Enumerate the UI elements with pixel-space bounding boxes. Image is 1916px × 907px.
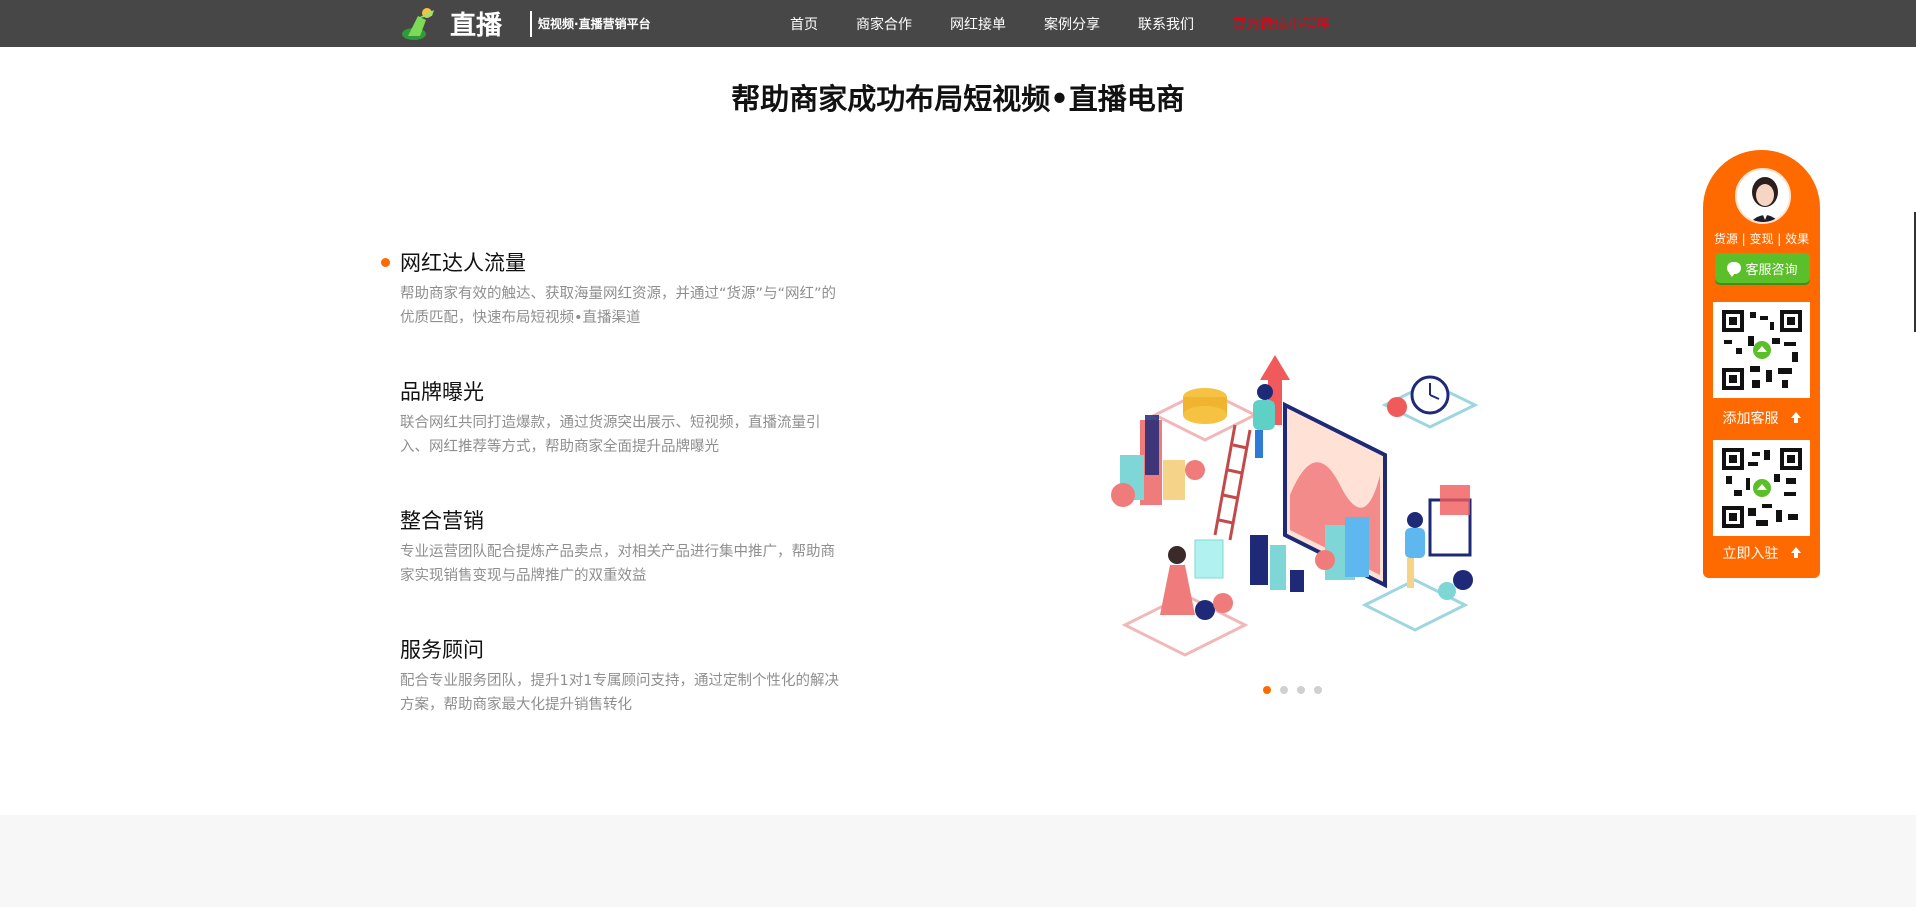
logo[interactable]: 直播 短视频·直播营销平台 [400, 0, 651, 47]
add-service-qr-code [1713, 302, 1810, 398]
qr-code-icon [1721, 310, 1802, 390]
carousel-dots [1263, 686, 1331, 694]
floating-service-panel: 货源 | 变现 | 效果 客服咨询 添加客服 立即入驻 [1703, 150, 1820, 578]
customer-service-avatar [1735, 168, 1791, 224]
up-arrow-icon [1790, 412, 1801, 423]
active-bullet-icon [381, 258, 390, 267]
nav-merchant-cooperation[interactable]: 商家合作 [856, 14, 912, 34]
join-qr-code [1713, 440, 1810, 536]
carousel-dot[interactable] [1297, 686, 1305, 694]
chat-bubble-icon [1727, 262, 1742, 277]
feature-title: 网红达人流量 [400, 251, 526, 275]
feature-list: 网红达人流量 帮助商家有效的触达、获取海量网红资源，并通过“货源”与“网红”的优… [381, 246, 841, 762]
logo-subtitle: 短视频·直播营销平台 [538, 17, 651, 31]
consult-label: 客服咨询 [1745, 262, 1798, 278]
carousel-dot[interactable] [1314, 686, 1322, 694]
feature-description: 配合专业服务团队，提升1对1专属顾问支持，通过定制个性化的解决方案，帮助商家最大… [400, 673, 839, 713]
feature-description: 专业运营团队配合提炼产品卖点，对相关产品进行集中推广，帮助商家实现销售变现与品牌… [400, 544, 835, 584]
add-service-label: 添加客服 [1722, 411, 1779, 427]
qr-code-icon [1721, 448, 1802, 528]
carousel-dot[interactable] [1280, 686, 1288, 694]
customer-service-button[interactable]: 客服咨询 [1715, 253, 1810, 283]
nav-case-sharing[interactable]: 案例分享 [1044, 14, 1100, 34]
join-now-label: 立即入驻 [1722, 546, 1779, 562]
logo-text: 直播 [450, 11, 503, 41]
feature-item-brand-exposure[interactable]: 品牌曝光 联合网红共同打造爆款，通过货源突出展示、短视频，直播流量引入、网红推荐… [381, 375, 841, 504]
feature-description: 联合网红共同打造爆款，通过货源突出展示、短视频，直播流量引入、网红推荐等方式，帮… [400, 415, 821, 455]
carousel-dot[interactable] [1263, 686, 1271, 694]
nav-home[interactable]: 首页 [790, 14, 818, 34]
feature-title: 品牌曝光 [400, 380, 484, 404]
feature-item-service-consultant[interactable]: 服务顾问 配合专业服务团队，提升1对1专属顾问支持，通过定制个性化的解决方案，帮… [381, 633, 841, 762]
service-tags: 货源 | 变现 | 效果 [1713, 232, 1810, 246]
feature-item-traffic[interactable]: 网红达人流量 帮助商家有效的触达、获取海量网红资源，并通过“货源”与“网红”的优… [381, 246, 841, 375]
top-nav-bar: 直播 短视频·直播营销平台 首页 商家合作 网红接单 案例分享 联系我们 官方微… [0, 0, 1916, 47]
section-title: 帮助商家成功布局短视频•直播电商 [731, 82, 1185, 116]
join-now-link[interactable]: 立即入驻 [1703, 543, 1820, 563]
feature-description: 帮助商家有效的触达、获取海量网红资源，并通过“货源”与“网红”的优质匹配，快速布… [400, 286, 837, 326]
up-arrow-icon [1790, 547, 1801, 558]
feature-item-integrated-marketing[interactable]: 整合营销 专业运营团队配合提炼产品卖点，对相关产品进行集中推广，帮助商家实现销售… [381, 504, 841, 633]
add-service-link[interactable]: 添加客服 [1703, 408, 1820, 428]
feature-title: 服务顾问 [400, 638, 484, 662]
logo-figure-icon [400, 6, 440, 42]
nav-contact-us[interactable]: 联系我们 [1138, 14, 1194, 34]
nav-wechat-mini-program[interactable]: 官方微信小程序 [1232, 14, 1330, 34]
main-nav: 首页 商家合作 网红接单 案例分享 联系我们 官方微信小程序 [790, 0, 1368, 47]
next-section-band [0, 815, 1916, 907]
feature-title: 整合营销 [400, 509, 484, 533]
marketing-illustration [1085, 345, 1495, 665]
logo-divider [530, 10, 533, 37]
nav-influencer-orders[interactable]: 网红接单 [950, 14, 1006, 34]
